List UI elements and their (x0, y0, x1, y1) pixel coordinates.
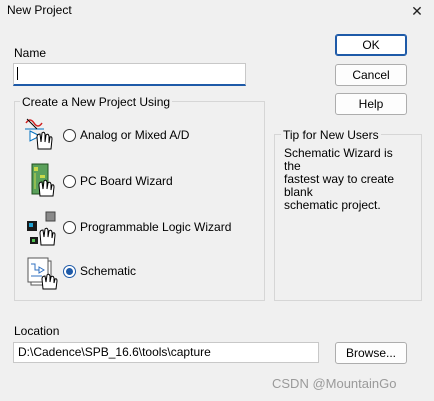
window-title: New Project (7, 3, 72, 17)
analog-radio[interactable] (63, 129, 76, 142)
analog-mixed-icon (24, 115, 60, 151)
text-caret (17, 67, 18, 80)
browse-button[interactable]: Browse... (335, 342, 407, 364)
name-input[interactable] (13, 63, 246, 86)
help-button[interactable]: Help (335, 93, 407, 115)
tip-line: fastest way to create blank (284, 172, 395, 199)
tip-text: Schematic Wizard is the fastest way to c… (284, 147, 412, 212)
schematic-icon (24, 254, 60, 290)
watermark: CSDN @MountainGo (272, 376, 397, 391)
ok-button[interactable]: OK (335, 34, 407, 56)
title-bar: New Project ✕ (0, 0, 434, 22)
location-input-value: D:\Cadence\SPB_16.6\tools\capture (18, 345, 211, 359)
location-input[interactable]: D:\Cadence\SPB_16.6\tools\capture (13, 342, 319, 363)
analog-label: Analog or Mixed A/D (80, 128, 190, 142)
schematic-label: Schematic (80, 264, 137, 278)
tip-title: Tip for New Users (281, 128, 381, 142)
cancel-button[interactable]: Cancel (335, 64, 407, 86)
schematic-radio[interactable] (63, 265, 76, 278)
create-project-group-title: Create a New Project Using (20, 95, 173, 109)
pc-board-icon (24, 161, 60, 197)
location-label: Location (14, 324, 60, 338)
programmable-logic-icon (24, 210, 60, 246)
pc-board-label: PC Board Wizard (80, 174, 173, 188)
name-label: Name (14, 46, 47, 60)
tip-line: Schematic Wizard is the (284, 146, 393, 173)
tip-line: schematic project. (284, 198, 381, 212)
programmable-logic-radio[interactable] (63, 221, 76, 234)
programmable-logic-label: Programmable Logic Wizard (80, 220, 232, 234)
close-icon[interactable]: ✕ (400, 0, 434, 22)
pc-board-radio[interactable] (63, 175, 76, 188)
